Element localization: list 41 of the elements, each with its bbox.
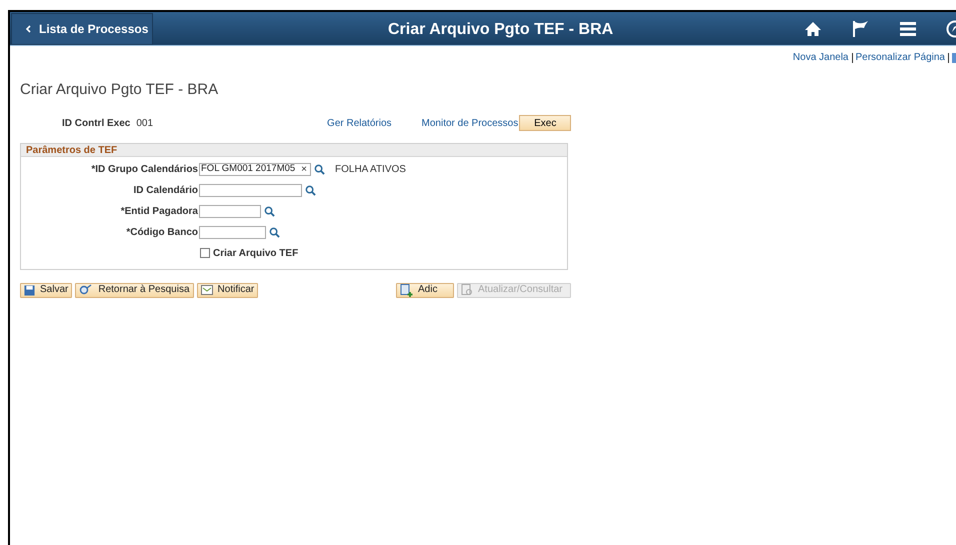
home-icon[interactable] <box>804 20 822 36</box>
clear-icon[interactable]: × <box>299 162 309 176</box>
field-label: ID Calendário <box>132 184 199 198</box>
field-description: FOLHA ATIVOS <box>335 162 406 176</box>
menu-icon[interactable] <box>900 22 916 36</box>
document-icon <box>461 284 473 296</box>
personalize-page-link[interactable]: Personalizar Página <box>856 50 945 65</box>
toolbar-button[interactable]: Retornar à Pesquisa <box>75 282 194 298</box>
panel-title: Parâmetros de TEF <box>21 144 567 156</box>
compass-icon[interactable] <box>946 20 956 38</box>
toolbar-button[interactable]: Notificar <box>196 282 258 298</box>
document-add-icon <box>400 284 413 296</box>
envelope-icon <box>200 285 213 295</box>
back-button[interactable]: Lista de Processos <box>11 12 153 44</box>
field-label: *ID Grupo Calendários <box>90 162 199 176</box>
checkbox-label: Criar Arquivo TEF <box>213 246 298 260</box>
page-header-title: Criar Arquivo Pgto TEF - BRA <box>388 20 614 40</box>
field-label: *Entid Pagadora <box>120 204 199 218</box>
input-field[interactable]: FOL GM001 2017M05 × <box>199 162 311 176</box>
process-monitor-link[interactable]: Monitor de Processos <box>422 116 518 130</box>
page-icon[interactable] <box>952 52 956 62</box>
magnifier-icon <box>79 284 94 296</box>
toolbar-button[interactable]: Adic <box>396 282 454 298</box>
run-control-value: 001 <box>136 116 154 130</box>
exec-button[interactable]: Exec <box>519 115 572 131</box>
input-field[interactable] <box>199 184 302 196</box>
run-control-label: ID Contrl Exec <box>62 116 130 130</box>
report-manager-link[interactable]: Ger Relatórios <box>327 116 392 130</box>
search-icon[interactable] <box>264 206 275 216</box>
search-icon[interactable] <box>305 184 316 196</box>
new-window-link[interactable]: Nova Janela <box>792 50 848 65</box>
toolbar-button[interactable]: Salvar <box>20 282 72 298</box>
field-label: *Código Banco <box>125 226 199 240</box>
input-field[interactable] <box>199 204 261 218</box>
search-icon[interactable] <box>314 164 325 174</box>
flag-icon[interactable] <box>852 20 870 38</box>
chevron-left-icon <box>26 24 31 32</box>
input-field[interactable] <box>199 226 266 238</box>
search-icon[interactable] <box>269 226 280 238</box>
page-title: Criar Arquivo Pgto TEF - BRA <box>20 80 220 100</box>
checkbox[interactable] <box>200 248 210 258</box>
